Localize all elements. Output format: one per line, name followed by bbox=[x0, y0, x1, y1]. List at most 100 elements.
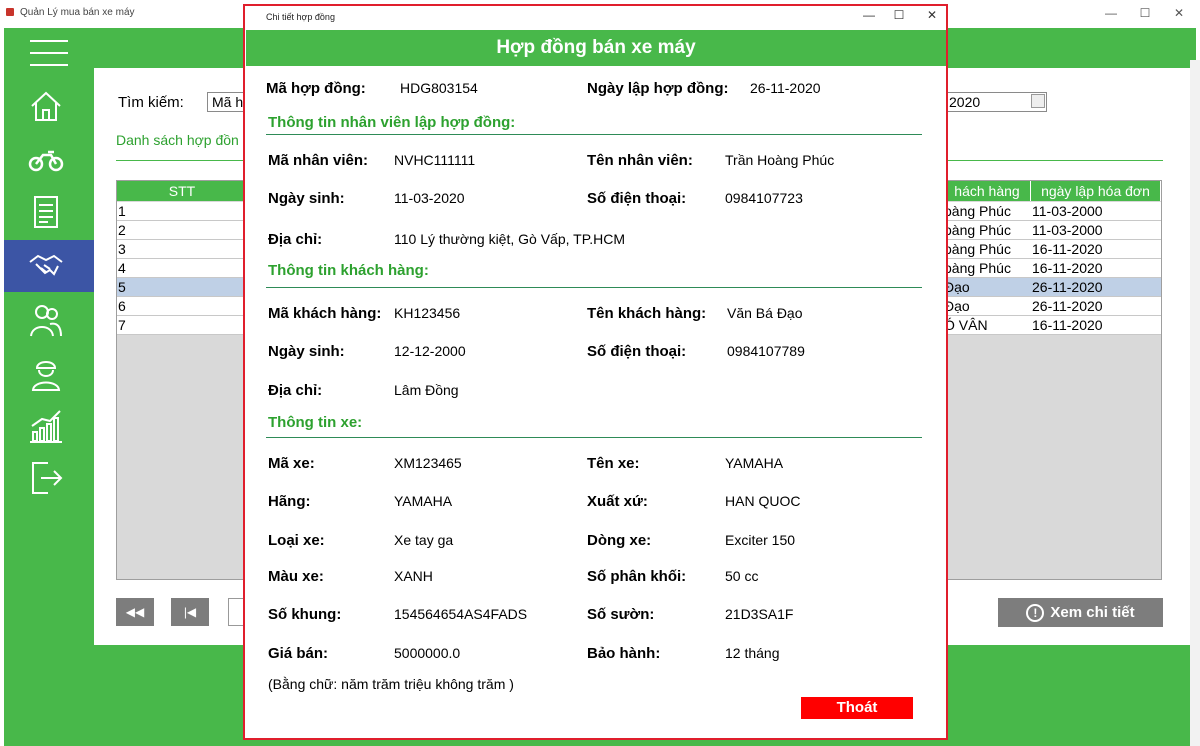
vehicle-warranty-value: 12 tháng bbox=[725, 645, 780, 661]
background-window-edge bbox=[1190, 60, 1200, 746]
cell-stt: 1 bbox=[118, 203, 126, 219]
vehicle-frame-value: 154564654AS4FADS bbox=[394, 606, 528, 622]
cell-date: 26-11-2020 bbox=[1032, 298, 1103, 314]
cell-date: 16-11-2020 bbox=[1032, 260, 1103, 276]
vehicle-chassis-label: Số sườn: bbox=[587, 606, 655, 623]
vehicle-name-value: YAMAHA bbox=[725, 455, 784, 471]
motorbike-icon[interactable] bbox=[18, 138, 74, 178]
employee-address-value: 110 Lý thường kiệt, Gò Vấp, TP.HCM bbox=[394, 231, 625, 247]
vehicle-price-value: 5000000.0 bbox=[394, 645, 461, 661]
view-detail-button[interactable]: ! Xem chi tiết bbox=[998, 598, 1163, 627]
column-header-stt[interactable]: STT bbox=[117, 181, 248, 201]
logout-icon[interactable] bbox=[18, 458, 74, 498]
vehicle-id-label: Mã xe: bbox=[268, 455, 315, 472]
employee-dob-label: Ngày sinh: bbox=[268, 190, 345, 207]
calendar-icon[interactable] bbox=[1031, 94, 1045, 108]
statistics-icon[interactable] bbox=[18, 406, 74, 446]
vehicle-warranty-label: Bảo hành: bbox=[587, 645, 661, 662]
info-icon: ! bbox=[1026, 603, 1045, 622]
section-divider bbox=[266, 134, 922, 135]
section-divider bbox=[266, 287, 922, 288]
cell-stt: 6 bbox=[118, 298, 126, 314]
customer-section-title: Thông tin khách hàng: bbox=[268, 262, 429, 279]
customer-address-label: Địa chỉ: bbox=[268, 382, 323, 399]
customer-id-label: Mã khách hàng: bbox=[268, 305, 382, 322]
cell-date: 16-11-2020 bbox=[1032, 241, 1103, 257]
employee-name-label: Tên nhân viên: bbox=[587, 152, 693, 169]
vehicle-id-value: XM123465 bbox=[394, 455, 462, 471]
vehicle-line-label: Dòng xe: bbox=[587, 532, 652, 549]
cell-customer: oàng Phúc bbox=[944, 203, 1011, 219]
handshake-icon[interactable] bbox=[18, 246, 74, 286]
customer-dob-label: Ngày sinh: bbox=[268, 343, 345, 360]
column-header-date[interactable]: ngày lập hóa đơn bbox=[1031, 181, 1161, 201]
cell-stt: 3 bbox=[118, 241, 126, 257]
vehicle-chassis-value: 21D3SA1F bbox=[725, 606, 794, 622]
employee-icon[interactable] bbox=[18, 354, 74, 394]
vehicle-section-title: Thông tin xe: bbox=[268, 414, 363, 431]
vehicle-brand-value: YAMAHA bbox=[394, 493, 453, 509]
main-close-button[interactable]: ✕ bbox=[1166, 4, 1192, 22]
price-in-words: (Bằng chữ: năm trăm triệu không trăm ) bbox=[268, 676, 514, 692]
invoice-icon[interactable] bbox=[18, 192, 74, 232]
customer-id-value: KH123456 bbox=[394, 305, 461, 321]
list-title: Danh sách hợp đồn bbox=[116, 132, 239, 148]
exit-button[interactable]: Thoát bbox=[801, 697, 913, 719]
contract-date-value: 26-11-2020 bbox=[750, 80, 821, 96]
cell-date: 11-03-2000 bbox=[1032, 203, 1103, 219]
vehicle-price-label: Giá bán: bbox=[268, 645, 329, 662]
vehicle-origin-value: HAN QUOC bbox=[725, 493, 801, 509]
app-icon bbox=[6, 8, 14, 16]
contract-id-value: HDG803154 bbox=[400, 80, 478, 96]
cell-stt: 5 bbox=[118, 279, 126, 295]
employee-phone-value: 0984107723 bbox=[725, 190, 803, 206]
customer-address-value: Lâm Đồng bbox=[394, 382, 459, 398]
cell-date: 26-11-2020 bbox=[1032, 279, 1103, 295]
employee-phone-label: Số điện thoại: bbox=[587, 190, 687, 207]
cell-stt: 7 bbox=[118, 317, 126, 333]
vehicle-type-label: Loại xe: bbox=[268, 532, 325, 549]
vehicle-name-label: Tên xe: bbox=[587, 455, 640, 472]
main-minimize-button[interactable]: — bbox=[1098, 4, 1124, 22]
customer-dob-value: 12-12-2000 bbox=[394, 343, 466, 359]
cell-customer: Đạo bbox=[944, 279, 970, 295]
employee-section-title: Thông tin nhân viên lập hợp đồng: bbox=[268, 114, 516, 131]
bottom-green-panel bbox=[94, 645, 244, 746]
column-header-customer[interactable]: hách hàng bbox=[944, 181, 1031, 201]
section-divider bbox=[266, 437, 922, 438]
main-maximize-button[interactable]: ☐ bbox=[1132, 4, 1158, 22]
search-label: Tìm kiếm: bbox=[118, 94, 184, 111]
vehicle-type-value: Xe tay ga bbox=[394, 532, 454, 548]
cell-stt: 4 bbox=[118, 260, 126, 276]
dialog-minimize-button[interactable]: — bbox=[860, 8, 878, 22]
customer-phone-label: Số điện thoại: bbox=[587, 343, 687, 360]
dialog-maximize-button[interactable]: ☐ bbox=[890, 8, 908, 22]
vehicle-origin-label: Xuất xứ: bbox=[587, 493, 648, 510]
vehicle-cc-value: 50 cc bbox=[725, 568, 759, 584]
cell-date: 16-11-2020 bbox=[1032, 317, 1103, 333]
first-page-button[interactable]: ◀◀ bbox=[116, 598, 154, 626]
vehicle-cc-label: Số phân khối: bbox=[587, 568, 687, 585]
employee-name-value: Trần Hoàng Phúc bbox=[725, 152, 835, 168]
cell-customer: Ó VÂN bbox=[944, 317, 988, 333]
customers-icon[interactable] bbox=[18, 300, 74, 340]
dialog-title: Chi tiết hợp đồng bbox=[266, 12, 335, 22]
cell-customer: oàng Phúc bbox=[944, 260, 1011, 276]
menu-icon[interactable] bbox=[30, 40, 68, 76]
vehicle-line-value: Exciter 150 bbox=[725, 532, 796, 548]
customer-name-label: Tên khách hàng: bbox=[587, 305, 707, 322]
cell-stt: 2 bbox=[118, 222, 126, 238]
dialog-close-button[interactable]: ✕ bbox=[923, 8, 941, 22]
cell-customer: oàng Phúc bbox=[944, 241, 1011, 257]
employee-address-label: Địa chỉ: bbox=[268, 231, 323, 248]
previous-page-button[interactable]: |◀ bbox=[171, 598, 209, 626]
home-icon[interactable] bbox=[18, 86, 74, 126]
vehicle-color-value: XANH bbox=[394, 568, 433, 584]
customer-name-value: Văn Bá Đạo bbox=[727, 305, 803, 321]
cell-customer: oàng Phúc bbox=[944, 222, 1011, 238]
dialog-header: Hợp đồng bán xe máy bbox=[246, 30, 946, 66]
vehicle-frame-label: Số khung: bbox=[268, 606, 342, 623]
main-window-title: Quản Lý mua bán xe máy bbox=[20, 7, 135, 18]
employee-id-value: NVHC111111 bbox=[394, 152, 476, 168]
search-input[interactable]: Mã h bbox=[207, 92, 245, 112]
